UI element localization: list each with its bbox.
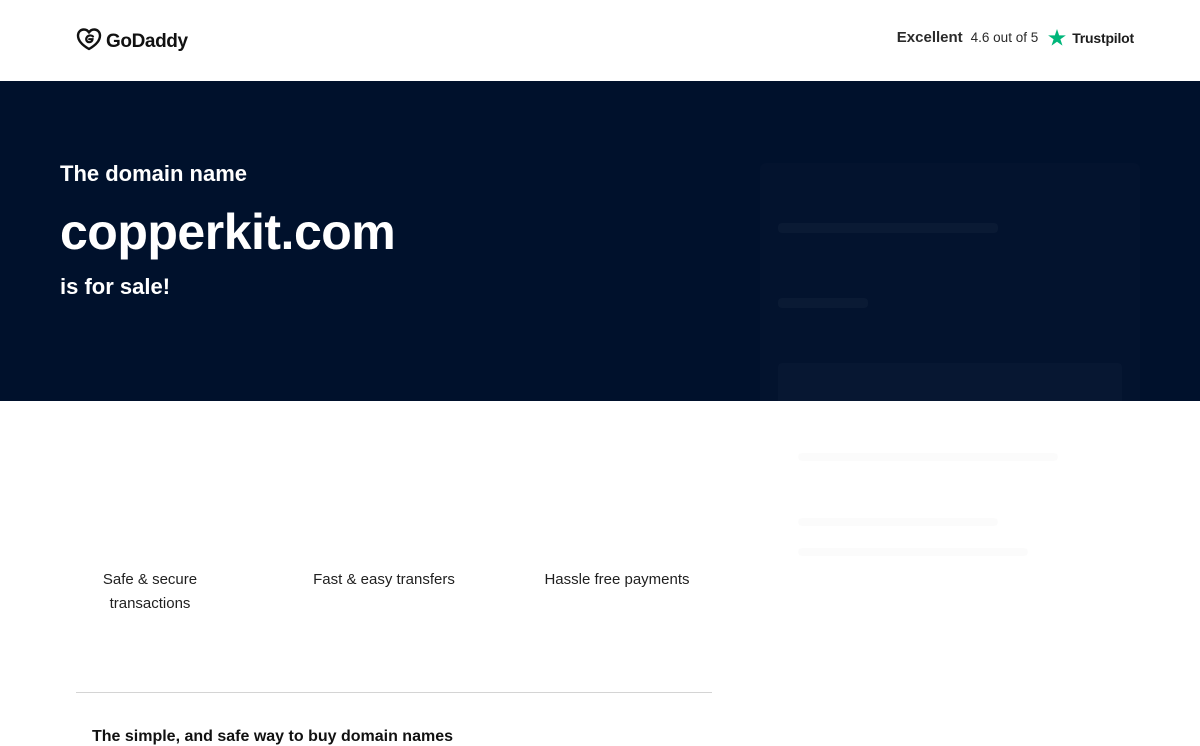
site-header: GoDaddy Excellent 4.6 out of 5 Trustpilo… <box>0 0 1200 81</box>
logo-text: GoDaddy <box>106 30 188 52</box>
offer-card-line <box>798 453 1058 461</box>
feature-label: Hassle free payments <box>544 571 690 588</box>
feature-item: Hassle free payments <box>528 568 706 592</box>
feature-item: Fast & easy transfers <box>294 568 474 592</box>
feature-item: Safe & secure transactions <box>90 568 210 616</box>
trustpilot-score: 4.6 out of 5 <box>970 30 1039 45</box>
trustpilot-star-icon <box>1048 29 1067 46</box>
hero-pretitle: The domain name <box>60 161 248 186</box>
godaddy-heart-logo-icon <box>76 27 102 56</box>
domain-name-heading: copperkit.com <box>60 204 396 260</box>
offer-card-line <box>798 548 1028 556</box>
offer-card-line <box>778 223 998 233</box>
trustpilot-brand: Trustpilot <box>1072 29 1134 46</box>
feature-list: Safe & secure transactions Fast & easy t… <box>76 568 716 628</box>
feature-label: Fast & easy transfers <box>313 571 455 588</box>
offer-card-line <box>798 518 998 526</box>
section-heading: The simple, and safe way to buy domain n… <box>92 728 453 745</box>
godaddy-logo[interactable]: GoDaddy <box>76 27 188 56</box>
offer-card-field <box>778 363 1122 417</box>
section-divider <box>76 692 712 693</box>
feature-label: Safe & secure transactions <box>102 571 198 612</box>
hero-posttitle: is for sale! <box>60 274 171 299</box>
offer-form-card <box>760 163 1140 593</box>
trustpilot-label: Excellent <box>896 29 963 46</box>
trustpilot-rating[interactable]: Excellent 4.6 out of 5 Trustpilot <box>897 29 1134 46</box>
offer-card-line <box>778 298 868 308</box>
